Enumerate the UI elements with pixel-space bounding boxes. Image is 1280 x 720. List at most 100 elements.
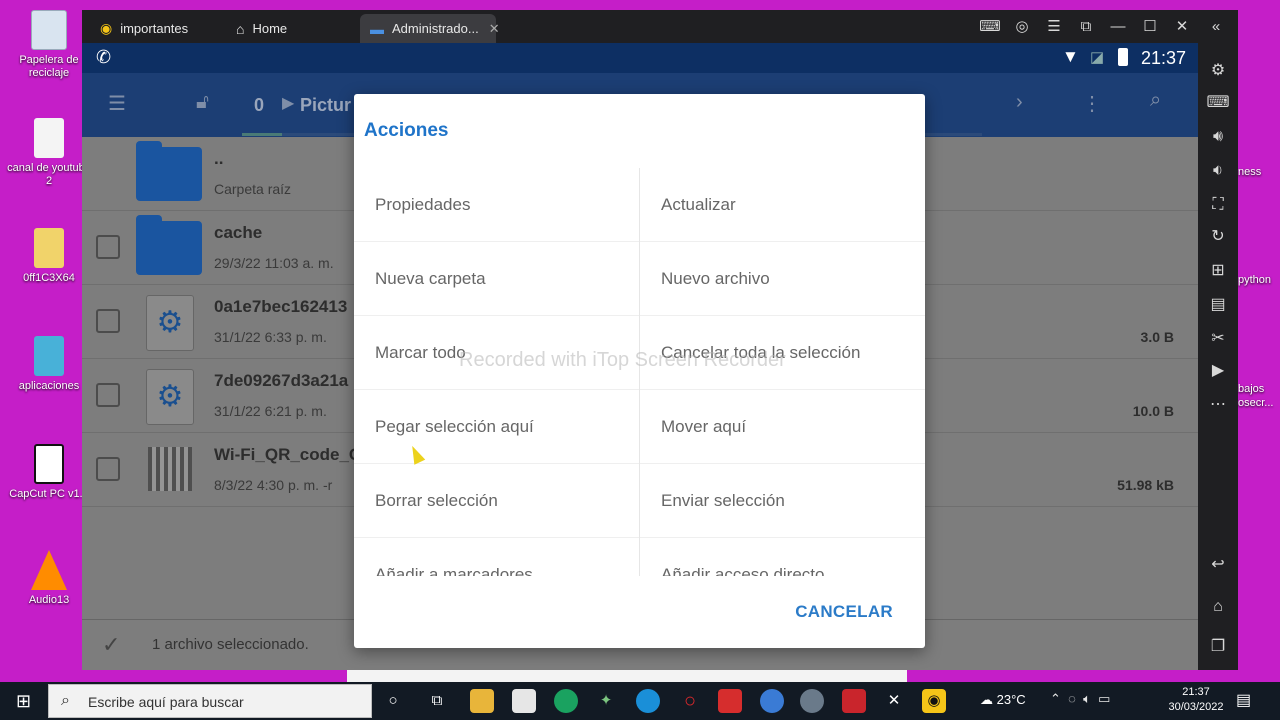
capcut-taskbar-icon[interactable]: ✕ [882, 689, 906, 713]
action-borrar-seleccion[interactable]: Borrar selección [354, 464, 639, 538]
opera-icon[interactable]: ○ [678, 689, 702, 713]
settings-gear-icon[interactable]: ⚙ [1206, 59, 1230, 83]
desktop-icon-label: aplicaciones [18, 380, 80, 392]
editor-icon[interactable] [842, 689, 866, 713]
tab-home[interactable]: ⌂ Home [226, 14, 297, 43]
tab-importantes[interactable]: ◉ importantes [90, 14, 198, 43]
action-pegar-seleccion[interactable]: Pegar selección aquí [354, 390, 639, 464]
whatsapp-icon: ✆ [96, 47, 112, 67]
maximize-icon[interactable]: ☐ [1138, 15, 1162, 39]
install-icon[interactable]: ⊞ [1206, 259, 1230, 283]
action-propiedades[interactable]: Propiedades [354, 168, 639, 242]
row-checkbox[interactable] [96, 383, 120, 407]
desktop-icon-vlc[interactable]: Audio13 [6, 550, 92, 607]
volume-down-icon[interactable]: 🔉︎ [1206, 159, 1230, 183]
app-icon[interactable]: ✦ [594, 689, 618, 713]
path-segment[interactable]: Pictur [300, 95, 351, 116]
desktop-icon-apps[interactable]: aplicaciones [6, 336, 92, 393]
back-icon[interactable]: ↩ [1206, 553, 1230, 577]
scissors-icon[interactable]: ✂ [1206, 327, 1230, 351]
action-actualizar[interactable]: Actualizar [640, 168, 925, 242]
close-icon[interactable]: ✕ [1170, 15, 1194, 39]
keyboard-layout-icon[interactable]: ▭ [1098, 691, 1110, 706]
action-enviar-seleccion[interactable]: Enviar selección [640, 464, 925, 538]
media-icon[interactable]: ▶ [1206, 359, 1230, 383]
desktop-icon-label: Audio13 [28, 594, 70, 606]
action-nuevo-archivo[interactable]: Nuevo archivo [640, 242, 925, 316]
notification-icon[interactable]: ▤ [1236, 690, 1251, 710]
weather-widget[interactable]: ☁ 23°C [980, 692, 1026, 708]
system-tray[interactable]: ⌃ ◌ 🔈︎ ▭ [1050, 691, 1110, 707]
desktop-label-right: ness [1238, 166, 1262, 178]
more-icon[interactable]: ⋯ [1206, 393, 1230, 417]
taskbar-clock[interactable]: 21:37 30/03/2022 [1162, 685, 1230, 715]
notes-icon[interactable] [512, 689, 536, 713]
hamburger-menu-icon[interactable]: ☰ [108, 91, 126, 116]
popout-icon[interactable]: ⧉ [1074, 15, 1098, 39]
windows-start-icon[interactable]: ⊞ [16, 691, 31, 712]
action-anadir-marcadores[interactable]: Añadir a marcadores [354, 538, 639, 577]
file-explorer-icon[interactable] [470, 689, 494, 713]
settings-file-icon: ⚙ [146, 295, 194, 351]
gamepad-icon[interactable]: ⌨ [978, 15, 1002, 39]
check-icon[interactable]: ✓ [102, 632, 120, 658]
chevron-right-icon[interactable]: › [1016, 91, 1023, 114]
cortana-icon[interactable]: ○ [381, 689, 405, 713]
chevron-up-icon[interactable]: ⌃ [1050, 691, 1061, 706]
path-index[interactable]: 0 [254, 95, 264, 116]
document-icon [34, 118, 64, 158]
action-anadir-acceso-directo[interactable]: Añadir acceso directo [640, 538, 925, 577]
search-icon[interactable]: ⌕ [1150, 89, 1161, 112]
taskbar-search[interactable]: ⌕ Escribe aquí para buscar [48, 684, 372, 718]
search-icon: ⌕ [61, 692, 70, 709]
recorder-icon[interactable] [718, 689, 742, 713]
more-vert-icon[interactable]: ⋮ [1082, 91, 1102, 116]
messenger-icon[interactable] [760, 689, 784, 713]
row-checkbox[interactable] [96, 309, 120, 333]
desktop-icon-label: CapCut PC v1.3 [9, 488, 89, 500]
desktop-icon-recycle-bin[interactable]: Papelera de reciclaje [6, 10, 92, 80]
network-icon[interactable]: ◌ [1068, 691, 1076, 706]
tab-administrador[interactable]: ▬ Administrado... ✕ [360, 14, 500, 43]
weather-temp: 23°C [996, 692, 1026, 707]
collapse-sidebar-icon[interactable]: « [1204, 15, 1228, 39]
volume-up-icon[interactable]: 🔊︎ [1206, 125, 1230, 149]
file-size: 10.0 B [1132, 403, 1174, 419]
home-icon: ⌂ [236, 20, 245, 37]
keyboard-icon[interactable]: ⌨ [1206, 91, 1230, 115]
lock-icon[interactable]: 🔓︎ [196, 91, 209, 114]
task-view-icon[interactable]: ⧉ [425, 689, 449, 713]
desktop-icon-capcut[interactable]: CapCut PC v1.3 [6, 444, 92, 501]
cancel-button[interactable]: CANCELAR [795, 602, 893, 622]
volume-icon[interactable]: 🔈︎ [1083, 691, 1091, 706]
edge-icon[interactable] [636, 689, 660, 713]
chrome-icon[interactable] [554, 689, 578, 713]
row-checkbox[interactable] [96, 235, 120, 259]
file-size: 3.0 B [1140, 329, 1174, 345]
taskbar-date: 30/03/2022 [1168, 701, 1224, 713]
menu-icon[interactable]: ☰ [1042, 15, 1066, 39]
account-icon[interactable]: ◎ [1010, 15, 1034, 39]
apk-icon[interactable]: ▤ [1206, 293, 1230, 317]
row-checkbox[interactable] [96, 457, 120, 481]
obs-icon[interactable] [800, 689, 824, 713]
action-nueva-carpeta[interactable]: Nueva carpeta [354, 242, 639, 316]
desktop-icon-document[interactable]: canal de youtube 2 [6, 118, 92, 188]
desktop-label-right: osecr... [1238, 397, 1274, 409]
minimize-icon[interactable]: — [1106, 15, 1130, 39]
file-meta: Carpeta raíz [214, 181, 292, 197]
desktop-icon-archive[interactable]: 0ff1C3X64 [6, 228, 92, 285]
folder-icon: ▬ [370, 20, 384, 37]
emulator-taskbar-icon[interactable]: ◉ [922, 689, 946, 713]
action-mover-aqui[interactable]: Mover aquí [640, 390, 925, 464]
search-placeholder: Escribe aquí para buscar [88, 694, 244, 710]
desktop-icon-label: canal de youtube 2 [7, 162, 91, 187]
rotate-icon[interactable]: ↻ [1206, 225, 1230, 249]
home-nav-icon[interactable]: ⌂ [1206, 595, 1230, 619]
close-tab-icon[interactable]: ✕ [489, 21, 500, 37]
screenshot-icon[interactable]: ⛶ [1206, 193, 1230, 217]
recents-icon[interactable]: ❐ [1206, 635, 1230, 659]
tab-label: Home [252, 21, 288, 36]
path-chevron-icon: ▶ [282, 95, 295, 112]
wifi-icon: ▼ [1062, 47, 1079, 66]
